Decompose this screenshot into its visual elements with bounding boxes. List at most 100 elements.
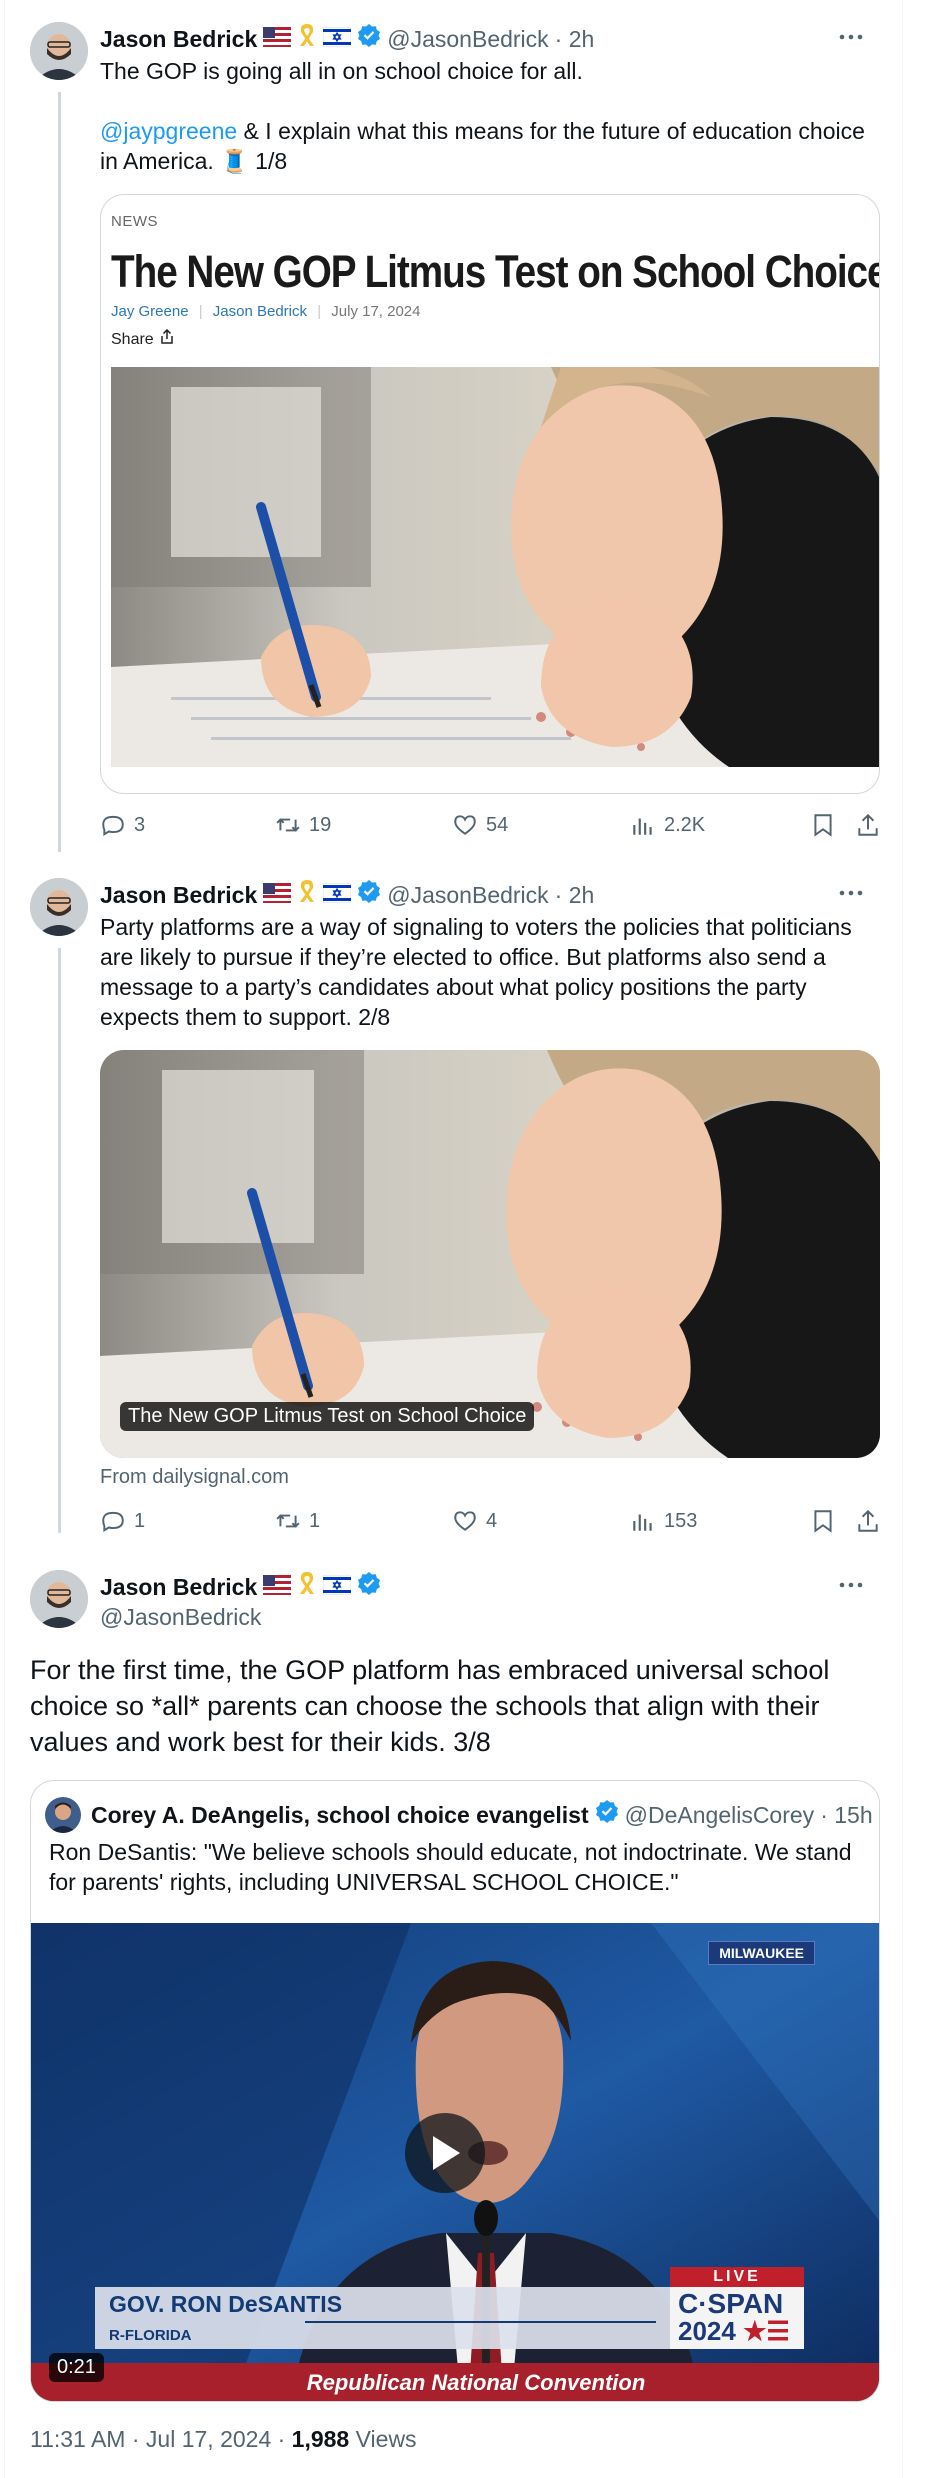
card-headline: The New GOP Litmus Test on School Choice bbox=[111, 246, 880, 297]
network-name: C·SPAN bbox=[678, 2288, 784, 2319]
quoted-author-handle[interactable]: @DeAngelisCorey bbox=[625, 1800, 815, 1830]
more-icon[interactable] bbox=[836, 878, 866, 908]
quoted-avatar[interactable] bbox=[45, 1797, 81, 1833]
views-count: 2.2K bbox=[664, 813, 706, 836]
bookmark-button[interactable] bbox=[810, 808, 844, 842]
us-flag-icon bbox=[263, 24, 292, 54]
author-name[interactable]: Jason Bedrick bbox=[100, 880, 257, 910]
like-count: 54 bbox=[486, 813, 509, 836]
share-icon bbox=[858, 813, 878, 836]
repost-icon bbox=[276, 818, 300, 832]
verified-icon bbox=[357, 1571, 381, 1602]
bookmark-button[interactable] bbox=[810, 1504, 844, 1538]
views-icon bbox=[633, 818, 652, 835]
reply-button[interactable]: 1 bbox=[100, 1504, 145, 1538]
mention-link[interactable]: @jaypgreene bbox=[100, 118, 237, 144]
author-handle[interactable]: @JasonBedrick bbox=[387, 24, 548, 54]
card-author-link[interactable]: Jay Greene bbox=[111, 303, 189, 320]
quoted-tweet[interactable]: Corey A. DeAngelis, school choice evange… bbox=[30, 1780, 880, 2402]
tweet-text-line: choice so *all* parents can choose the s… bbox=[30, 1691, 820, 1721]
repost-button[interactable]: 19 bbox=[275, 808, 331, 842]
tweet-header: Jason Bedrick bbox=[100, 1570, 381, 1603]
more-icon[interactable] bbox=[836, 1570, 866, 1600]
tweet-text-line: @jaypgreene & I explain what this means … bbox=[100, 116, 865, 146]
chyron-subtitle: R-FLORIDA bbox=[109, 2327, 192, 2344]
repost-count: 1 bbox=[309, 1509, 321, 1532]
reply-count: 3 bbox=[134, 813, 146, 836]
tweet-text-line: expects them to support. 2/8 bbox=[100, 1004, 391, 1030]
author-handle[interactable]: @JasonBedrick bbox=[100, 1602, 261, 1632]
repost-count: 19 bbox=[309, 813, 332, 836]
tweet-text-fragment: & I explain what this means for the futu… bbox=[237, 118, 865, 144]
views-button[interactable]: 2.2K bbox=[630, 808, 705, 842]
network-logo: C·SPAN 2024 ★☰ bbox=[670, 2287, 804, 2349]
quoted-text-line: for parents' rights, including UNIVERSAL… bbox=[49, 1869, 679, 1895]
tweet-text-line: are likely to pursue if they’re elected … bbox=[100, 944, 826, 970]
reply-icon bbox=[102, 1511, 124, 1532]
quoted-time[interactable]: · 15h bbox=[820, 1800, 872, 1830]
avatar[interactable] bbox=[30, 1570, 88, 1628]
quoted-text-line: Ron DeSantis: "We believe schools should… bbox=[49, 1839, 852, 1865]
tweet-actions: 1 1 4 153 bbox=[100, 1504, 880, 1538]
like-count: 4 bbox=[486, 1509, 498, 1532]
tweet-text-line: in America. 🧵 1/8 bbox=[100, 148, 288, 174]
tweet-text-line: values and work best for their kids. 3/8 bbox=[30, 1727, 491, 1757]
article-card[interactable]: NEWS The New GOP Litmus Test on School C… bbox=[100, 194, 880, 794]
views-label: Views bbox=[349, 2426, 417, 2452]
timestamp-text[interactable]: 11:31 AM · Jul 17, 2024 · bbox=[30, 2426, 292, 2452]
bookmark-icon bbox=[814, 814, 832, 837]
views-count: 153 bbox=[664, 1509, 698, 1532]
views-total: 1,988 bbox=[291, 2426, 350, 2452]
card-share-button[interactable]: Share bbox=[111, 328, 174, 350]
us-flag-icon bbox=[263, 880, 292, 910]
location-tag: MILWAUKEE bbox=[708, 1941, 815, 1965]
repost-button[interactable]: 1 bbox=[275, 1504, 320, 1538]
tweet-time[interactable]: · 2h bbox=[555, 24, 595, 54]
thread-line bbox=[58, 92, 61, 852]
avatar[interactable] bbox=[30, 878, 88, 936]
play-icon[interactable] bbox=[405, 2113, 485, 2193]
column-border-left bbox=[4, 0, 5, 2478]
share-button[interactable] bbox=[855, 808, 889, 842]
event-banner: Republican National Convention bbox=[306, 2370, 646, 2395]
author-handle[interactable]: @JasonBedrick bbox=[387, 880, 548, 910]
tweet-text-line: For the first time, the GOP platform has… bbox=[30, 1655, 830, 1685]
card-author-link[interactable]: Jason Bedrick bbox=[213, 303, 307, 320]
video-duration: 0:21 bbox=[49, 2353, 104, 2382]
tweet-time[interactable]: · 2h bbox=[555, 880, 595, 910]
tweet-header: Jason Bedrick @JasonBedrick · 2h bbox=[100, 22, 594, 55]
card-section: NEWS bbox=[111, 213, 158, 230]
author-name[interactable]: Jason Bedrick bbox=[100, 1572, 257, 1602]
like-button[interactable]: 54 bbox=[452, 808, 508, 842]
link-preview-image[interactable]: The New GOP Litmus Test on School Choice bbox=[100, 1050, 880, 1458]
more-icon[interactable] bbox=[836, 22, 866, 52]
live-badge: LIVE bbox=[670, 2267, 804, 2287]
like-icon bbox=[454, 815, 476, 835]
reply-count: 1 bbox=[134, 1509, 146, 1532]
like-button[interactable]: 4 bbox=[452, 1504, 497, 1538]
share-box-icon bbox=[160, 328, 174, 350]
israel-flag-icon bbox=[322, 1572, 352, 1602]
share-icon bbox=[858, 1509, 878, 1532]
column-border-right bbox=[902, 0, 903, 2478]
quoted-author-name[interactable]: Corey A. DeAngelis, school choice evange… bbox=[91, 1800, 589, 1830]
yellow-ribbon-icon bbox=[297, 1570, 317, 1603]
tweet-text-line: The GOP is going all in on school choice… bbox=[100, 58, 583, 84]
video-player[interactable]: MILWAUKEE GOV. RON DeSANTIS R-FLORIDA LI… bbox=[31, 1923, 879, 2401]
link-source[interactable]: From dailysignal.com bbox=[100, 1466, 289, 1489]
reply-button[interactable]: 3 bbox=[100, 808, 145, 842]
tweet-header: Jason Bedrick @JasonBedrick · 2h bbox=[100, 878, 594, 911]
share-button[interactable] bbox=[855, 1504, 889, 1538]
israel-flag-icon bbox=[322, 880, 352, 910]
us-flag-icon bbox=[263, 1572, 292, 1602]
bookmark-icon bbox=[814, 1510, 832, 1533]
avatar[interactable] bbox=[30, 22, 88, 80]
verified-icon bbox=[595, 1799, 619, 1830]
verified-icon bbox=[357, 879, 381, 910]
card-date: July 17, 2024 bbox=[331, 303, 421, 320]
tweet-text-line: Party platforms are a way of signaling t… bbox=[100, 914, 852, 940]
chyron-name: GOV. RON DeSANTIS bbox=[109, 2291, 343, 2317]
views-button[interactable]: 153 bbox=[630, 1504, 697, 1538]
author-name[interactable]: Jason Bedrick bbox=[100, 24, 257, 54]
card-byline: Jay Greene | Jason Bedrick | July 17, 20… bbox=[111, 303, 421, 320]
